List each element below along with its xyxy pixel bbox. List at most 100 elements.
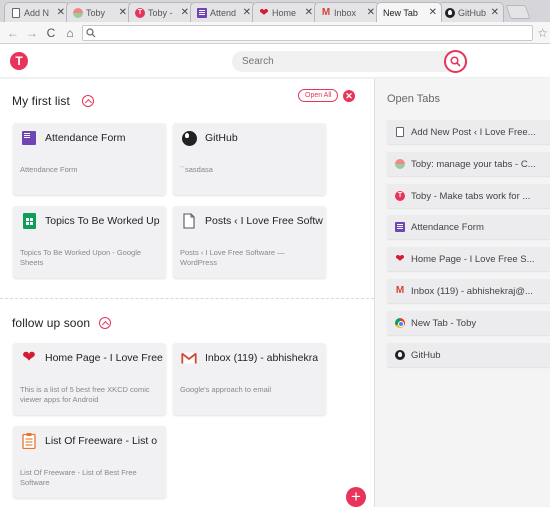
heart-icon: ❤ bbox=[22, 349, 36, 366]
open-tab-label: Attendance Form bbox=[411, 221, 484, 233]
open-tab-item[interactable]: T Toby - Make tabs work for ... bbox=[387, 184, 550, 208]
open-tab-label: New Tab - Toby bbox=[411, 317, 477, 329]
tab-label: Attend bbox=[210, 7, 237, 18]
github-icon bbox=[445, 7, 455, 18]
collapse-icon[interactable] bbox=[99, 317, 111, 329]
tab-close-icon[interactable]: ✕ bbox=[181, 7, 189, 18]
search-button[interactable] bbox=[444, 50, 467, 73]
open-tab-item[interactable]: ❤ Home Page - I Love Free S... bbox=[387, 247, 550, 271]
gmail-icon: M bbox=[395, 285, 405, 296]
card-description: Posts ‹ I Love Free Software — WordPress bbox=[180, 248, 285, 267]
browser-tab-new-tab[interactable]: New Tab ✕ bbox=[376, 2, 442, 22]
card-title: List Of Freeware - List o bbox=[45, 435, 158, 447]
collection-title[interactable]: follow up soon bbox=[12, 316, 90, 330]
card-title: Home Page - I Love Free bbox=[45, 352, 163, 364]
add-collection-button[interactable]: + bbox=[346, 487, 366, 507]
forms-icon bbox=[395, 222, 405, 232]
browser-tab-add-new-post[interactable]: Add N ✕ bbox=[4, 2, 70, 22]
card-description: This is a list of 5 best free XKCD comic… bbox=[20, 385, 150, 404]
open-tab-item[interactable]: Toby: manage your tabs - C... bbox=[387, 152, 550, 176]
search-icon bbox=[450, 56, 461, 67]
browser-tab-strip: Add N ✕ Toby ✕ T Toby - ✕ Attend ✕ ❤ Hom… bbox=[0, 0, 550, 22]
bookmark-card[interactable]: Posts ‹ I Love Free Softw Posts ‹ I Love… bbox=[173, 206, 326, 278]
delete-collection-icon[interactable]: ✕ bbox=[343, 90, 355, 102]
bookmark-card[interactable]: List Of Freeware - List o List Of Freewa… bbox=[13, 426, 166, 498]
browser-tab-home-page[interactable]: ❤ Home ✕ bbox=[252, 2, 318, 22]
gmail-icon: M bbox=[321, 6, 331, 18]
toby-logo-icon[interactable]: T bbox=[10, 52, 28, 70]
toby-favicon bbox=[73, 7, 83, 18]
card-title: GitHub bbox=[205, 132, 238, 144]
open-tab-item[interactable]: Attendance Form bbox=[387, 215, 550, 239]
back-arrow-icon[interactable]: ← bbox=[6, 26, 20, 40]
address-input[interactable] bbox=[96, 27, 533, 38]
search-icon bbox=[86, 27, 96, 37]
tab-label: GitHub bbox=[458, 7, 487, 18]
browser-tab-toby-make[interactable]: T Toby - ✕ bbox=[128, 2, 194, 22]
new-tab-button[interactable] bbox=[505, 5, 531, 19]
open-tab-item[interactable]: M Inbox (119) - abhishekraj@... bbox=[387, 279, 550, 303]
browser-tab-inbox[interactable]: M Inbox ✕ bbox=[314, 2, 380, 22]
search-input[interactable] bbox=[242, 54, 432, 69]
bookmark-card[interactable]: Topics To Be Worked Up Topics To Be Work… bbox=[13, 206, 166, 278]
open-tab-label: Add New Post ‹ I Love Free... bbox=[411, 126, 536, 138]
open-tab-item[interactable]: Add New Post ‹ I Love Free... bbox=[387, 120, 550, 144]
browser-tab-toby-manage[interactable]: Toby ✕ bbox=[66, 2, 132, 22]
card-title: Attendance Form bbox=[45, 132, 126, 144]
open-tab-label: Toby - Make tabs work for ... bbox=[411, 190, 531, 202]
card-title: Inbox (119) - abhishekra bbox=[205, 352, 319, 364]
open-tab-label: Toby: manage your tabs - C... bbox=[411, 158, 536, 170]
address-bar[interactable] bbox=[82, 24, 534, 41]
bookmark-star-icon[interactable]: ☆ bbox=[537, 26, 548, 40]
tab-close-icon[interactable]: ✕ bbox=[119, 7, 127, 18]
card-description: ``sasdasa bbox=[180, 165, 213, 174]
forward-arrow-icon[interactable]: → bbox=[25, 26, 39, 40]
open-tab-item[interactable]: New Tab - Toby bbox=[387, 311, 550, 335]
forms-icon bbox=[21, 130, 37, 146]
collection-title[interactable]: My first list bbox=[12, 94, 70, 108]
browser-tab-github[interactable]: GitHub ✕ bbox=[438, 2, 504, 22]
bookmark-card[interactable]: Attendance Form Attendance Form bbox=[13, 123, 166, 195]
bookmark-card[interactable]: GitHub ``sasdasa bbox=[173, 123, 326, 195]
card-description: List Of Freeware - List of Best Free Sof… bbox=[20, 468, 137, 487]
github-icon bbox=[395, 350, 405, 360]
tab-label: Home bbox=[272, 7, 297, 18]
search-box[interactable] bbox=[232, 51, 468, 72]
document-icon bbox=[181, 213, 197, 229]
browser-tab-attendance[interactable]: Attend ✕ bbox=[190, 2, 256, 22]
toby-favicon bbox=[395, 159, 405, 169]
tab-close-icon[interactable]: ✕ bbox=[429, 7, 437, 18]
card-description: Attendance Form bbox=[20, 165, 78, 174]
github-icon bbox=[181, 130, 197, 146]
document-icon bbox=[395, 127, 405, 137]
bookmark-card[interactable]: Inbox (119) - abhishekra Google's approa… bbox=[173, 343, 326, 415]
tab-close-icon[interactable]: ✕ bbox=[491, 7, 499, 18]
tab-label: New Tab bbox=[383, 7, 418, 18]
tab-close-icon[interactable]: ✕ bbox=[243, 7, 251, 18]
bookmark-card[interactable]: ❤ Home Page - I Love Free This is a list… bbox=[13, 343, 166, 415]
open-tab-item[interactable]: GitHub bbox=[387, 343, 550, 367]
collection-divider bbox=[0, 298, 374, 299]
reload-icon[interactable]: C bbox=[44, 26, 58, 40]
tab-close-icon[interactable]: ✕ bbox=[57, 7, 65, 18]
heart-icon: ❤ bbox=[259, 6, 269, 19]
toby-logo-icon: T bbox=[135, 7, 145, 18]
tab-close-icon[interactable]: ✕ bbox=[367, 7, 375, 18]
tab-label: Toby bbox=[86, 7, 106, 18]
card-description: Google's approach to email bbox=[180, 385, 272, 394]
card-title: Topics To Be Worked Up bbox=[45, 215, 160, 227]
card-description: Topics To Be Worked Upon - Google Sheets bbox=[20, 248, 142, 267]
collapse-icon[interactable] bbox=[82, 95, 94, 107]
open-tab-label: Inbox (119) - abhishekraj@... bbox=[411, 285, 533, 297]
browser-toolbar: ← → C ⌂ ☆ bbox=[0, 22, 550, 44]
chrome-icon bbox=[395, 318, 405, 328]
tab-close-icon[interactable]: ✕ bbox=[305, 7, 313, 18]
open-tab-label: GitHub bbox=[411, 349, 441, 361]
toby-logo-icon: T bbox=[395, 191, 405, 201]
home-icon[interactable]: ⌂ bbox=[63, 26, 77, 40]
collections-panel: My first list Open All ✕ Attendance Form… bbox=[0, 79, 374, 507]
card-title: Posts ‹ I Love Free Softw bbox=[205, 215, 323, 227]
open-all-button[interactable]: Open All bbox=[298, 89, 339, 102]
document-icon bbox=[11, 7, 21, 18]
open-tabs-sidebar: Open Tabs Add New Post ‹ I Love Free... … bbox=[374, 79, 550, 507]
